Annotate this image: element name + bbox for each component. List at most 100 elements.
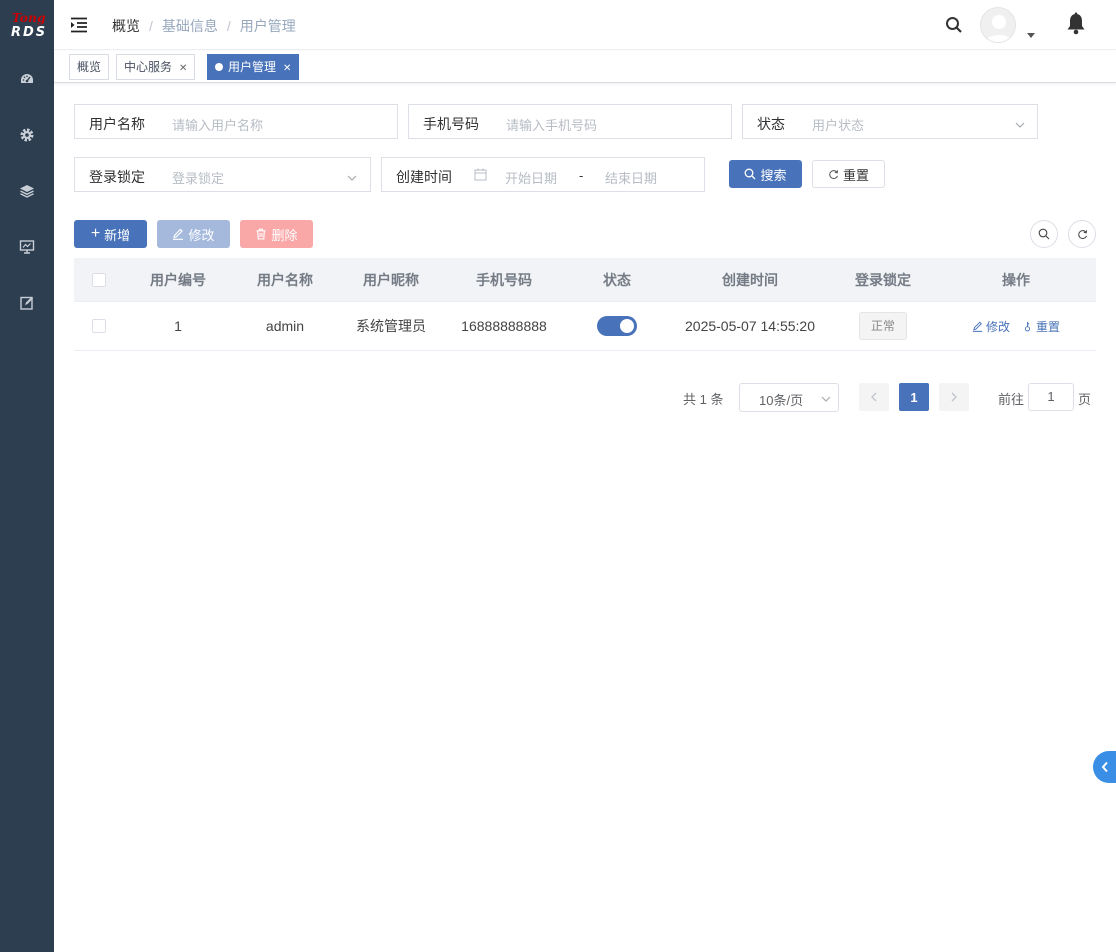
top-navbar: 概览 / 基础信息 / 用户管理: [54, 0, 1116, 50]
select-all-checkbox[interactable]: [92, 272, 106, 287]
refresh-icon: [829, 169, 839, 179]
created-time-field: 创建时间 开始日期 - 结束日期: [381, 157, 705, 192]
phone-cell: 16888888888: [461, 318, 547, 334]
page-size-value: 10条/页: [759, 393, 804, 408]
calendar-icon: [474, 168, 487, 184]
nickname-cell: 系统管理员: [356, 318, 426, 334]
active-dot-icon: [215, 63, 223, 71]
chevron-left-icon: [1101, 761, 1108, 773]
delete-button-label: 删除: [271, 227, 298, 243]
breadcrumb-separator: /: [149, 18, 153, 34]
phone-input[interactable]: 请输入手机号码: [506, 115, 597, 134]
end-date-input[interactable]: 结束日期: [605, 168, 657, 187]
date-range-separator: -: [579, 168, 584, 183]
tab-label: 概览: [77, 60, 102, 74]
close-icon[interactable]: ✕: [179, 63, 187, 74]
tab-user-management[interactable]: 用户管理 ✕: [207, 54, 300, 80]
row-edit-button[interactable]: 修改: [972, 318, 1010, 335]
sidebar: Tong RDS: [0, 0, 54, 952]
avatar[interactable]: [980, 7, 1016, 43]
tab-center-service[interactable]: 中心服务 ✕: [116, 54, 196, 80]
prev-page-button[interactable]: [859, 383, 889, 411]
table-row[interactable]: 1 admin 系统管理员 16888888888 2025-05-07 14:…: [74, 302, 1096, 351]
search-button-label: 搜索: [760, 167, 787, 183]
caret-down-icon[interactable]: [1027, 33, 1035, 38]
search-icon[interactable]: [945, 16, 963, 34]
search-icon: [745, 168, 756, 180]
bell-icon[interactable]: [1065, 12, 1087, 36]
lock-label: 登录锁定: [89, 169, 145, 185]
chevron-down-icon: [821, 392, 831, 407]
settings-drawer-toggle[interactable]: [1093, 751, 1116, 783]
row-reset-password-button[interactable]: 重置: [1022, 318, 1060, 335]
username-label: 用户名称: [89, 116, 145, 132]
breadcrumb-item[interactable]: 概览: [112, 16, 140, 36]
column-header: 操作: [1002, 271, 1030, 288]
lock-select[interactable]: 登录锁定: [172, 168, 224, 187]
add-button-label: 新增: [104, 227, 131, 243]
tab-overview[interactable]: 概览: [69, 54, 110, 80]
next-page-button[interactable]: [939, 383, 969, 411]
tab-label: 中心服务: [124, 60, 173, 74]
start-date-input[interactable]: 开始日期: [505, 168, 557, 187]
dashboard-icon[interactable]: [19, 71, 35, 87]
trash-icon: [256, 228, 266, 240]
menu-toggle-icon[interactable]: [70, 16, 88, 34]
monitor-icon[interactable]: [19, 239, 35, 255]
phone-field: 手机号码 请输入手机号码: [408, 104, 732, 139]
chevron-down-icon[interactable]: [347, 170, 357, 181]
page-number-button[interactable]: 1: [899, 383, 929, 411]
search-icon: [1038, 228, 1050, 240]
logo-bottom-text: RDS: [11, 25, 48, 40]
column-header: 登录锁定: [855, 271, 911, 288]
chevron-down-icon[interactable]: [1015, 117, 1025, 128]
key-icon: [1024, 321, 1031, 331]
column-header: 状态: [603, 271, 631, 288]
breadcrumb-item: 基础信息: [161, 18, 218, 34]
chevron-left-icon: [871, 392, 877, 402]
status-field: 状态 用户状态: [742, 104, 1038, 139]
delete-button[interactable]: 删除: [240, 220, 313, 248]
tab-label: 用户管理: [228, 60, 277, 74]
column-header: 用户昵称: [363, 271, 419, 288]
toggle-search-button[interactable]: [1030, 220, 1058, 248]
row-checkbox[interactable]: [92, 319, 106, 333]
goto-unit-label: 页: [1078, 392, 1092, 407]
user-table: 用户编号 用户名称 用户昵称 手机号码 状态 创建时间 登录锁定 操作 1 ad…: [74, 258, 1096, 351]
page-size-select[interactable]: 10条/页: [739, 383, 839, 412]
refresh-table-button[interactable]: [1068, 220, 1096, 248]
row-reset-label: 重置: [1036, 319, 1061, 334]
edit-button[interactable]: 修改: [157, 220, 230, 248]
column-header: 创建时间: [722, 271, 778, 288]
breadcrumb-separator: /: [226, 18, 231, 34]
status-toggle[interactable]: [597, 316, 637, 336]
status-label: 状态: [757, 116, 785, 132]
username-field: 用户名称 请输入用户名称: [74, 104, 398, 139]
column-header: 用户名称: [257, 271, 313, 288]
status-select[interactable]: 用户状态: [812, 115, 864, 134]
pagination-total: 共 1 条: [683, 392, 724, 407]
goto-label: 前往: [998, 392, 1025, 407]
lock-field: 登录锁定 登录锁定: [74, 157, 371, 192]
gear-icon[interactable]: [19, 127, 35, 143]
phone-label: 手机号码: [423, 116, 479, 132]
reset-button[interactable]: 重置: [812, 160, 885, 188]
username-input[interactable]: 请输入用户名称: [172, 115, 263, 134]
edit-icon: [972, 321, 983, 332]
edit-icon[interactable]: [19, 295, 35, 311]
logo-top-text: Tong: [12, 11, 46, 25]
table-header: 用户编号 用户名称 用户昵称 手机号码 状态 创建时间 登录锁定 操作: [74, 258, 1096, 302]
column-header: 手机号码: [476, 271, 532, 288]
column-header: 用户编号: [150, 271, 206, 288]
close-icon[interactable]: ✕: [283, 63, 291, 74]
reset-button-label: 重置: [842, 167, 869, 183]
search-button[interactable]: 搜索: [729, 160, 802, 188]
add-button[interactable]: + 新增: [74, 220, 147, 248]
chevron-right-icon: [951, 392, 957, 402]
layers-icon[interactable]: [19, 183, 35, 199]
created-time-label: 创建时间: [396, 169, 452, 185]
user-id-cell: 1: [174, 318, 182, 334]
goto-page-input[interactable]: 1: [1028, 383, 1074, 411]
refresh-icon: [1077, 229, 1087, 239]
edit-icon: [173, 228, 184, 240]
